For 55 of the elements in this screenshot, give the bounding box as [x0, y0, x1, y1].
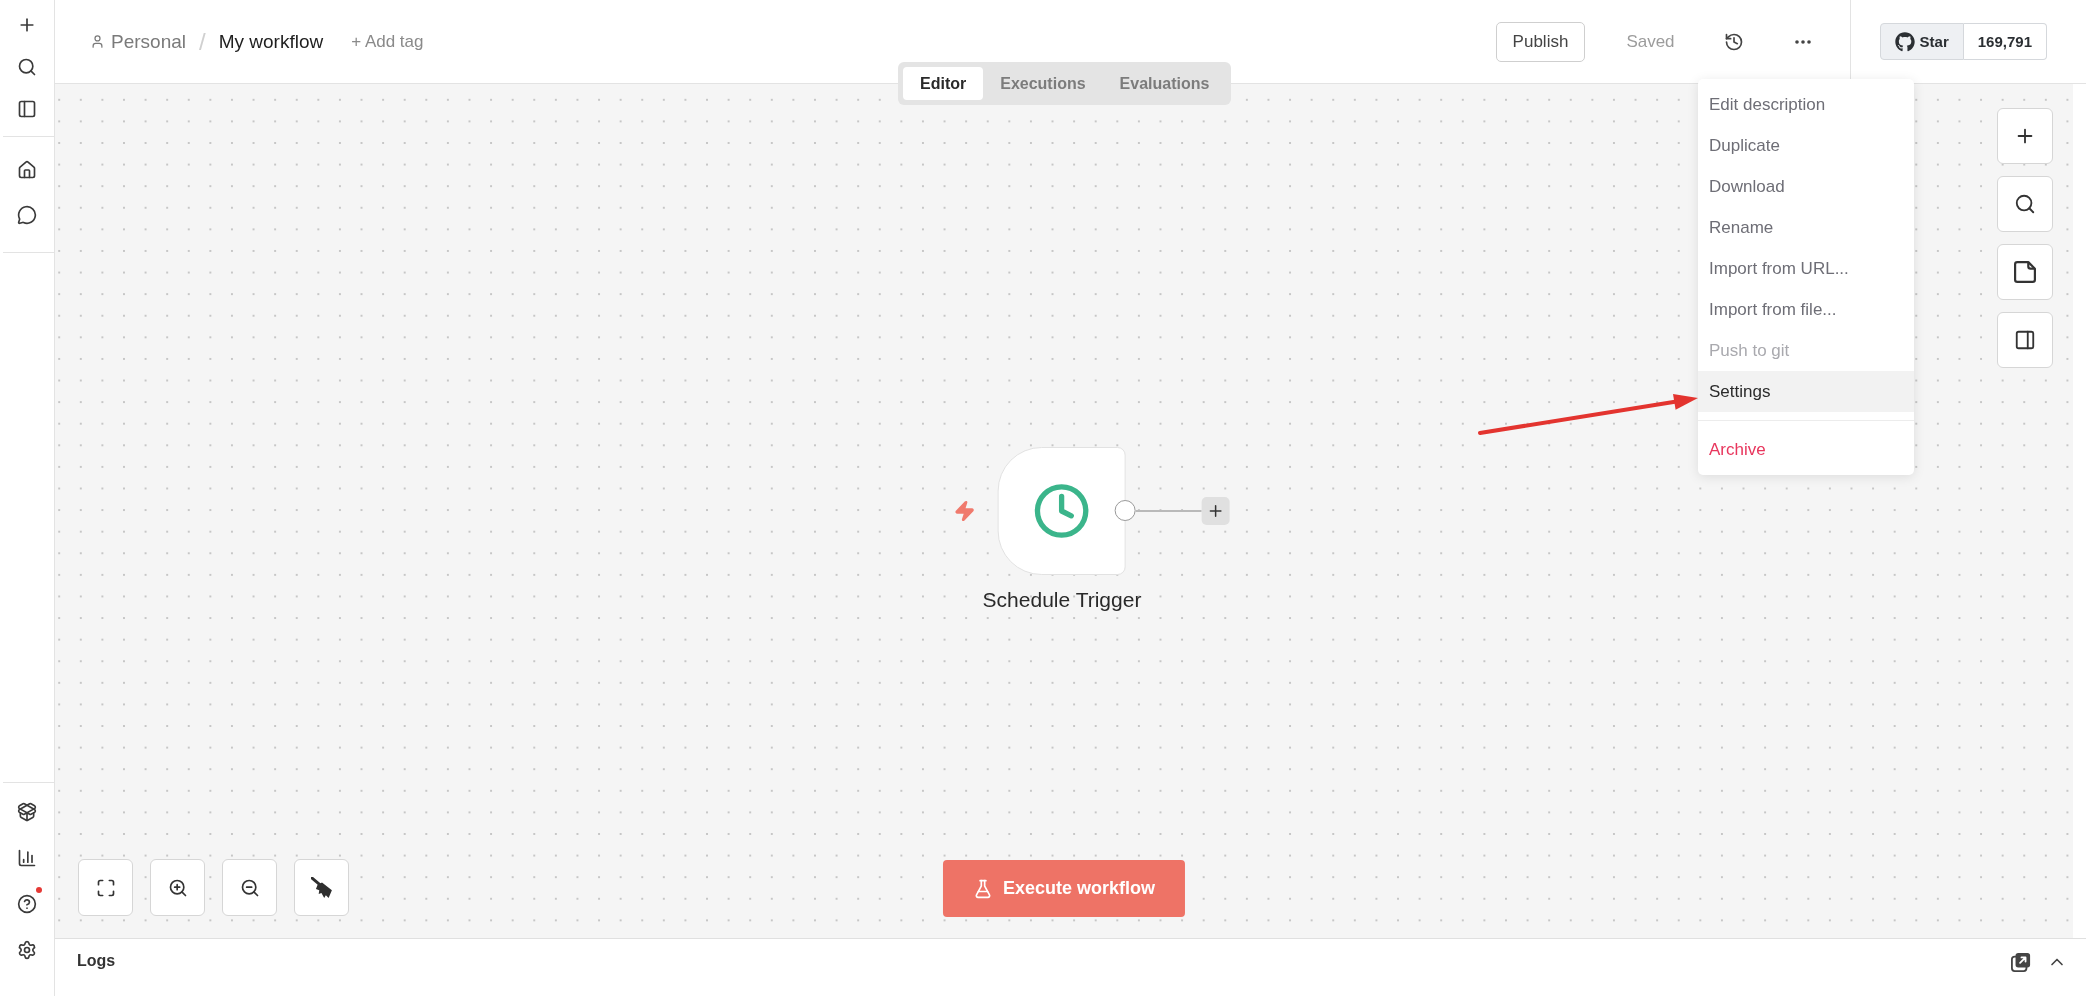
search-icon — [2014, 193, 2036, 215]
execute-workflow-button[interactable]: Execute workflow — [943, 860, 1185, 917]
zoom-in-icon — [167, 877, 188, 898]
node-card[interactable] — [998, 447, 1126, 575]
breadcrumb-separator: / — [199, 27, 206, 56]
github-icon — [1894, 31, 1915, 52]
zoom-out-icon — [239, 877, 260, 898]
publish-button[interactable]: Publish — [1495, 21, 1586, 62]
panel-icon — [17, 99, 37, 119]
corner-brackets-icon — [95, 877, 116, 898]
broom-icon — [310, 876, 333, 899]
add-node-button[interactable] — [1202, 497, 1230, 525]
logs-title: Logs — [77, 951, 116, 971]
menu-item[interactable]: Edit description — [1698, 84, 1914, 125]
menu-item[interactable]: Import from URL... — [1698, 248, 1914, 289]
popout-icon — [2011, 952, 2031, 972]
workflow-name[interactable]: My workflow — [218, 30, 324, 53]
search-icon — [17, 57, 37, 77]
lightning-icon — [954, 500, 976, 522]
help-icon — [17, 894, 37, 914]
panel-icon — [2014, 329, 2036, 351]
star-count[interactable]: 169,791 — [1963, 23, 2047, 60]
zoom-out-button[interactable] — [222, 859, 277, 916]
menu-item[interactable]: Download — [1698, 166, 1914, 207]
search-button[interactable] — [1997, 176, 2053, 232]
home-icon — [17, 160, 37, 180]
settings-icon — [17, 940, 37, 960]
zoom-in-button[interactable] — [150, 859, 205, 916]
clock-icon — [1033, 482, 1091, 540]
tab[interactable]: Executions — [983, 67, 1103, 100]
github-star-button[interactable]: Star — [1879, 23, 1964, 60]
note-icon — [2014, 261, 2036, 283]
menu-item[interactable]: Rename — [1698, 207, 1914, 248]
menu-item[interactable]: Settings — [1698, 371, 1914, 412]
person-icon — [90, 34, 105, 49]
flask-icon — [973, 878, 993, 899]
chat-bubble-icon — [17, 204, 37, 225]
add-tag-button[interactable]: + Add tag — [351, 31, 424, 52]
history-icon — [1723, 31, 1744, 52]
node-label: Schedule Trigger — [982, 588, 1142, 612]
tab[interactable]: Evaluations — [1102, 67, 1227, 100]
sticky-note-button[interactable] — [1997, 244, 2053, 300]
add-node-button[interactable] — [1997, 108, 2053, 164]
menu-item[interactable]: Import from file... — [1698, 289, 1914, 330]
save-status: Saved — [1626, 31, 1675, 52]
side-panel-button[interactable] — [1997, 312, 2053, 368]
menu-item[interactable]: Duplicate — [1698, 125, 1914, 166]
bar-chart-icon — [17, 848, 37, 868]
ellipsis-icon — [1794, 39, 1811, 44]
connector-line — [1136, 510, 1202, 512]
menu-item[interactable]: Archive — [1698, 429, 1914, 470]
tab[interactable]: Editor — [903, 67, 984, 100]
project-link[interactable]: Personal — [90, 30, 186, 53]
box-icon — [17, 802, 37, 822]
tidy-up-button[interactable] — [294, 859, 349, 916]
